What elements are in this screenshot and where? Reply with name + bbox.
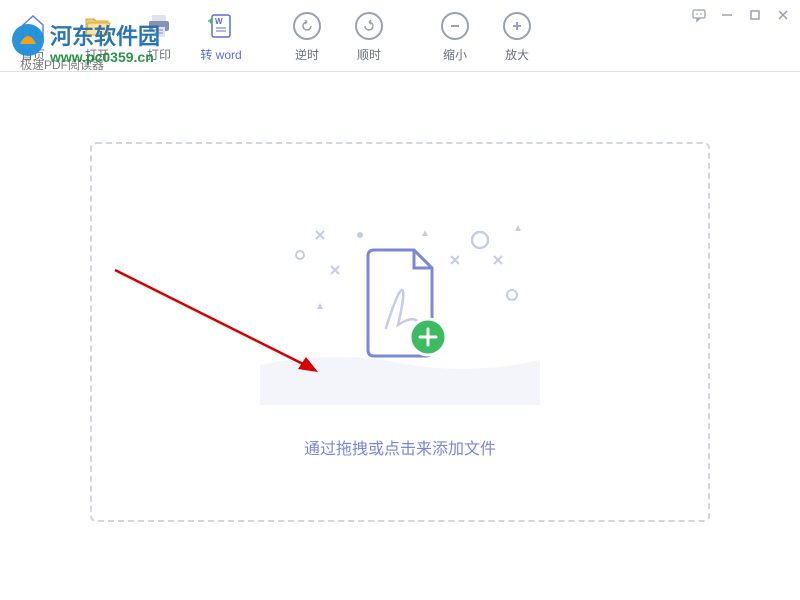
dropzone-illustration [260, 205, 540, 405]
home-icon [17, 10, 49, 42]
main-area: 通过拖拽或点击来添加文件 [0, 72, 800, 562]
toolbar-home[interactable]: 首页 [0, 10, 66, 63]
toolbar-label: 转 word [200, 46, 241, 63]
toolbar-zoom-out[interactable]: 缩小 [424, 10, 486, 63]
toolbar-rotate-ccw[interactable]: 逆时 [276, 10, 338, 63]
toolbar-label: 打印 [147, 46, 171, 63]
toolbar-label: 首页 [21, 46, 45, 63]
file-dropzone[interactable]: 通过拖拽或点击来添加文件 [90, 142, 710, 522]
toolbar-print[interactable]: 打印 [128, 10, 190, 63]
svg-text:W: W [215, 17, 223, 26]
toolbar: 首页 打开 打印 W 转 word 逆时 顺时 缩小 [0, 0, 800, 72]
toolbar-label: 缩小 [443, 46, 467, 63]
toolbar-convert-word[interactable]: W 转 word [190, 10, 252, 63]
open-icon [81, 10, 113, 42]
zoom-out-icon [439, 10, 471, 42]
close-button[interactable] [774, 6, 792, 24]
toolbar-label: 逆时 [295, 46, 319, 63]
window-controls [690, 6, 792, 24]
rotate-ccw-icon [291, 10, 323, 42]
maximize-button[interactable] [746, 6, 764, 24]
toolbar-zoom-in[interactable]: 放大 [486, 10, 548, 63]
word-icon: W [205, 10, 237, 42]
feedback-button[interactable] [690, 6, 708, 24]
toolbar-label: 顺时 [357, 46, 381, 63]
toolbar-open[interactable]: 打开 [66, 10, 128, 63]
zoom-in-icon [501, 10, 533, 42]
toolbar-label: 打开 [85, 46, 109, 63]
dropzone-text: 通过拖拽或点击来添加文件 [304, 435, 496, 459]
toolbar-rotate-cw[interactable]: 顺时 [338, 10, 400, 63]
print-icon [143, 10, 175, 42]
rotate-cw-icon [353, 10, 385, 42]
minimize-button[interactable] [718, 6, 736, 24]
toolbar-label: 放大 [505, 46, 529, 63]
